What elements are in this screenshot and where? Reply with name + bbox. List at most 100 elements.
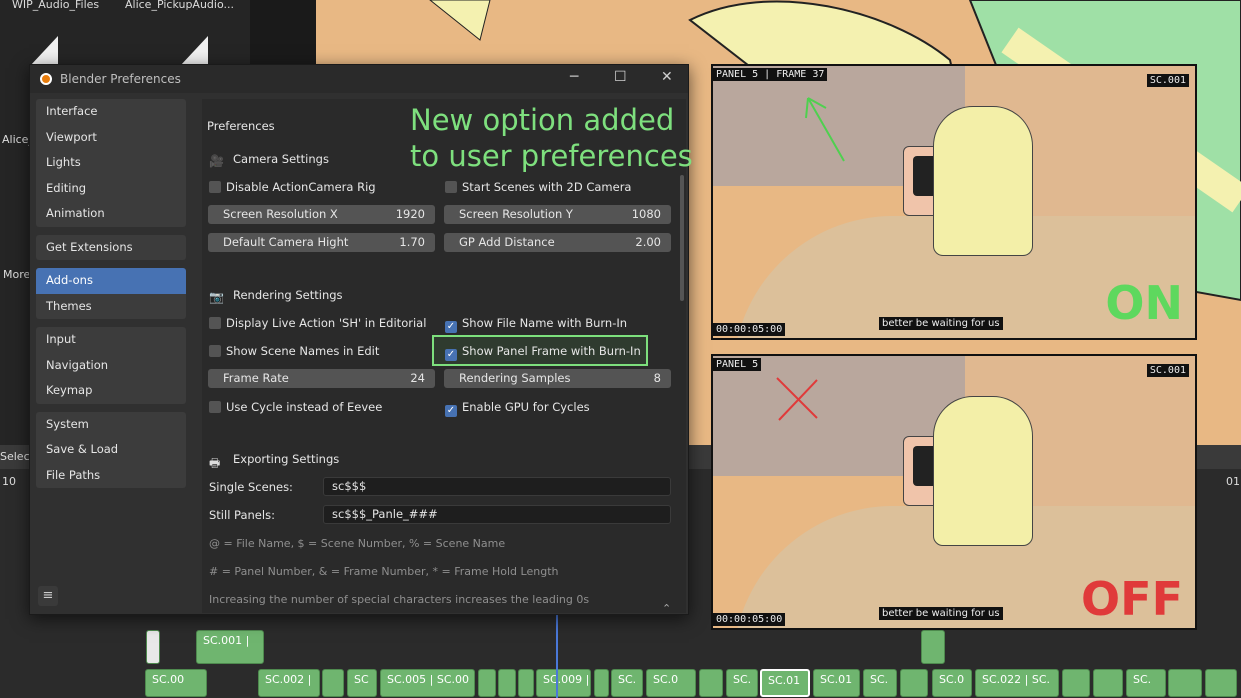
strip-scene[interactable]: SC.0 — [646, 669, 696, 697]
minimize-button[interactable]: ─ — [570, 69, 578, 85]
use-cycle-checkbox[interactable]: Use Cycle instead of Eevee — [209, 400, 382, 414]
strip-scene[interactable]: SC.022 | SC. — [975, 669, 1059, 697]
nav-group: Input Navigation Keymap — [36, 327, 186, 404]
strip-scene-selected[interactable]: SC.01 — [760, 669, 810, 697]
content-scrollbar[interactable] — [680, 175, 684, 301]
scene-burnin: SC.001 — [1146, 364, 1189, 377]
checkbox-checked[interactable]: ✓ — [445, 405, 457, 417]
nav-viewport[interactable]: Viewport — [36, 125, 186, 151]
checkbox-label: Show Scene Names in Edit — [226, 344, 380, 358]
nav-animation[interactable]: Animation — [36, 201, 186, 227]
field-value: 2.00 — [635, 235, 661, 249]
window-titlebar[interactable]: Blender Preferences ─ ☐ ✕ — [30, 65, 688, 93]
scene-names-checkbox[interactable]: Show Scene Names in Edit — [209, 344, 379, 358]
still-panels-input[interactable]: sc$$$_Panle_### — [323, 505, 671, 524]
strip-scene[interactable] — [594, 669, 609, 697]
strip-scene[interactable] — [322, 669, 344, 697]
nav-interface[interactable]: Interface — [36, 99, 186, 125]
nav-navigation[interactable]: Navigation — [36, 353, 186, 379]
strip-scene[interactable]: SC. — [611, 669, 643, 697]
render-samples-field[interactable]: Rendering Samples 8 — [444, 369, 671, 388]
checkbox-box[interactable] — [445, 181, 457, 193]
camera-settings-header[interactable]: 🎥 Camera Settings — [209, 152, 329, 168]
checkbox-box[interactable] — [209, 401, 221, 413]
preview-burnin-on: PANEL 5 | FRAME 37 SC.001 00:00:05:00 be… — [711, 64, 1197, 340]
nav-input[interactable]: Input — [36, 327, 186, 353]
strip-scene[interactable]: SC. — [863, 669, 897, 697]
scroll-up-icon[interactable]: ⌃ — [662, 602, 671, 615]
nav-keymap[interactable]: Keymap — [36, 378, 186, 404]
frame-rate-field[interactable]: Frame Rate 24 — [208, 369, 435, 388]
strip-scene[interactable]: SC — [347, 669, 377, 697]
strip-scene[interactable] — [1168, 669, 1202, 697]
nav-file-paths[interactable]: File Paths — [36, 463, 186, 489]
exporting-settings-header[interactable]: 🖶 Exporting Settings — [209, 452, 340, 470]
panel-frame-checkbox[interactable]: ✓ Show Panel Frame with Burn-In — [445, 344, 641, 361]
section-title: Exporting Settings — [233, 452, 340, 466]
checkbox-box[interactable] — [209, 181, 221, 193]
resolution-y-field[interactable]: Screen Resolution Y 1080 — [444, 205, 671, 224]
field-value: 24 — [410, 371, 425, 385]
nav-themes[interactable]: Themes — [36, 294, 186, 320]
camera-icon: 🎥 — [209, 153, 224, 168]
scene-burnin: SC.001 — [1146, 74, 1189, 87]
strip-scene[interactable]: SC.00 — [145, 669, 207, 697]
nav-group: Interface Viewport Lights Editing Animat… — [36, 99, 186, 227]
nav-get-extensions[interactable]: Get Extensions — [36, 235, 186, 261]
nav-system[interactable]: System — [36, 412, 186, 438]
strip-scene[interactable]: SC.009 | — [536, 669, 591, 697]
strip-scene[interactable] — [921, 630, 945, 664]
file-name-checkbox[interactable]: ✓ Show File Name with Burn-In — [445, 316, 627, 333]
file-name[interactable]: Alice_PickupAudio... — [125, 0, 234, 11]
panel-frame-burnin: PANEL 5 | FRAME 37 — [713, 68, 828, 81]
strip-scene[interactable]: SC.01 — [813, 669, 860, 697]
blender-logo-icon — [40, 73, 52, 85]
file-icon[interactable] — [180, 36, 208, 66]
disable-rig-checkbox[interactable]: Disable ActionCamera Rig — [209, 180, 376, 194]
subtitle-burnin: better be waiting for us — [879, 317, 1003, 330]
close-button[interactable]: ✕ — [661, 69, 673, 85]
printer-icon: 🖶 — [209, 455, 221, 470]
nav-save-load[interactable]: Save & Load — [36, 437, 186, 463]
strip-scene[interactable] — [699, 669, 723, 697]
menu-icon[interactable]: ≡ — [38, 586, 58, 606]
file-icon[interactable] — [30, 36, 58, 66]
strip-scene[interactable] — [900, 669, 928, 697]
strip-scene[interactable]: SC.0 — [932, 669, 972, 697]
maximize-button[interactable]: ☐ — [614, 69, 627, 85]
rendering-settings-header[interactable]: 📷 Rendering Settings — [209, 288, 343, 304]
gp-distance-field[interactable]: GP Add Distance 2.00 — [444, 233, 671, 252]
live-action-checkbox[interactable]: Display Live Action 'SH' in Editorial — [209, 316, 426, 330]
single-scenes-input[interactable]: sc$$$ — [323, 477, 671, 496]
file-name[interactable]: WIP_Audio_Files — [12, 0, 99, 11]
camera-height-field[interactable]: Default Camera Hight 1.70 — [208, 233, 435, 252]
checkbox-label: Disable ActionCamera Rig — [226, 180, 376, 194]
checkbox-checked[interactable]: ✓ — [445, 321, 457, 333]
strip-scene[interactable] — [478, 669, 496, 697]
strip-audio[interactable] — [146, 630, 160, 664]
checkbox-box[interactable] — [209, 317, 221, 329]
strip-scene[interactable] — [1205, 669, 1237, 697]
strip-scene[interactable]: SC.001 | — [196, 630, 264, 664]
resolution-x-field[interactable]: Screen Resolution X 1920 — [208, 205, 435, 224]
strip-scene[interactable] — [1093, 669, 1123, 697]
checkbox-checked[interactable]: ✓ — [445, 349, 457, 361]
preview-burnin-off: PANEL 5 SC.001 00:00:05:00 better be wai… — [711, 354, 1197, 630]
strip-scene[interactable] — [1062, 669, 1090, 697]
nav-editing[interactable]: Editing — [36, 176, 186, 202]
timeline-tick: 01 — [1226, 475, 1240, 488]
strip-scene[interactable] — [518, 669, 534, 697]
strip-scene[interactable]: SC. — [1126, 669, 1166, 697]
nav-add-ons[interactable]: Add-ons — [36, 268, 186, 294]
strip-scene[interactable]: SC.005 | SC.00 — [380, 669, 475, 697]
hint-text: @ = File Name, $ = Scene Number, % = Sce… — [209, 537, 506, 550]
nav-lights[interactable]: Lights — [36, 150, 186, 176]
gpu-checkbox[interactable]: ✓ Enable GPU for Cycles — [445, 400, 590, 417]
strip-scene[interactable] — [498, 669, 516, 697]
hint-text: # = Panel Number, & = Frame Number, * = … — [209, 565, 559, 578]
start-2d-checkbox[interactable]: Start Scenes with 2D Camera — [445, 180, 631, 194]
checkbox-box[interactable] — [209, 345, 221, 357]
strip-scene[interactable]: SC.002 | — [258, 669, 320, 697]
strip-scene[interactable]: SC. — [726, 669, 758, 697]
playhead[interactable] — [556, 612, 558, 698]
